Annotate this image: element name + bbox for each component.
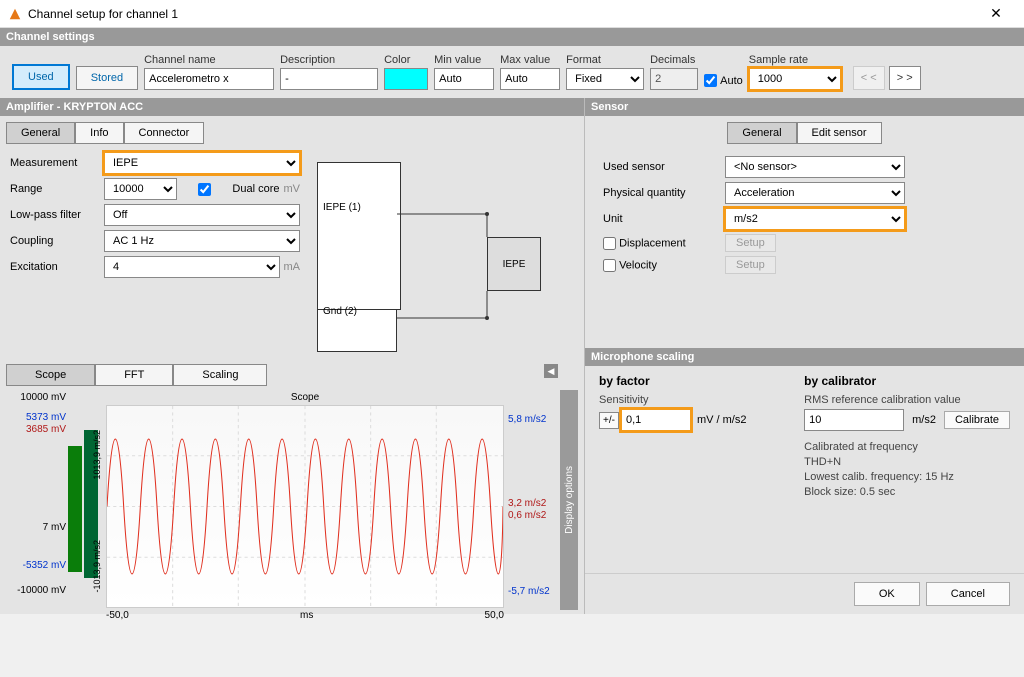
display-options-sidebar[interactable]: Display options — [560, 390, 578, 610]
decimals-input — [650, 68, 698, 90]
calib-info-1: Calibrated at frequency — [804, 441, 1010, 453]
scope-tab-scaling[interactable]: Scaling — [173, 364, 267, 386]
displacement-checkbox[interactable] — [603, 237, 616, 250]
amplifier-title: Amplifier - KRYPTON ACC — [0, 98, 584, 116]
color-label: Color — [384, 54, 428, 66]
calib-info-2: THD+N — [804, 456, 1010, 468]
channel-settings-header: Channel settings — [0, 28, 1024, 46]
scope-title: Scope — [106, 390, 504, 405]
scope-y-axis-left: 10000 mV 5373 mV 3685 mV 7 mV -5352 mV -… — [6, 390, 106, 610]
format-label: Format — [566, 54, 644, 66]
color-swatch[interactable] — [384, 68, 428, 90]
scope-x-min: -50,0 — [106, 610, 129, 621]
velocity-setup-button: Setup — [725, 256, 776, 274]
dual-core-checkbox[interactable] — [181, 183, 228, 196]
used-sensor-label: Used sensor — [603, 161, 719, 173]
auto-label: Auto — [720, 75, 743, 87]
tab-info[interactable]: Info — [75, 122, 123, 144]
scope-x-label: ms — [300, 610, 313, 621]
range-label: Range — [10, 183, 100, 195]
auto-checkbox[interactable] — [704, 74, 717, 87]
range-select[interactable]: 10000 — [104, 178, 177, 200]
scope-tab-fft[interactable]: FFT — [95, 364, 173, 386]
titlebar: Channel setup for channel 1 ✕ — [0, 0, 1024, 28]
window-title: Channel setup for channel 1 — [28, 7, 976, 21]
connection-diagram: IEPE IEPE (1) Gnd (2) — [300, 152, 574, 352]
ma-label: mA — [284, 261, 301, 273]
velocity-checkbox[interactable] — [603, 259, 616, 272]
rms-label: RMS reference calibration value — [804, 394, 1010, 406]
prev-channel-button[interactable]: < < — [853, 66, 885, 90]
close-button[interactable]: ✕ — [976, 0, 1016, 28]
scope-plot[interactable] — [106, 405, 504, 608]
by-factor-heading: by factor — [599, 374, 784, 388]
lowpass-select[interactable]: Off — [104, 204, 300, 226]
scope-y-axis-right: 5,8 m/s2 3,2 m/s2 0,6 m/s2 -5,7 m/s2 — [504, 390, 560, 610]
calibrate-button[interactable]: Calibrate — [944, 411, 1010, 429]
sensor-tab-general[interactable]: General — [727, 122, 796, 144]
min-value-input[interactable] — [434, 68, 494, 90]
coupling-select[interactable]: AC 1 Hz — [104, 230, 300, 252]
mv-label: mV — [284, 183, 301, 195]
app-icon — [8, 7, 22, 21]
tab-connector[interactable]: Connector — [124, 122, 205, 144]
scope-x-max: 50,0 — [485, 610, 504, 621]
used-sensor-select[interactable]: <No sensor> — [725, 156, 905, 178]
collapse-display-options[interactable]: ◀ — [544, 364, 558, 378]
physical-quantity-select[interactable]: Acceleration — [725, 182, 905, 204]
excitation-select[interactable]: 4 — [104, 256, 280, 278]
stored-button[interactable]: Stored — [76, 66, 138, 90]
channel-name-label: Channel name — [144, 54, 274, 66]
sample-rate-label: Sample rate — [749, 54, 841, 66]
tab-general[interactable]: General — [6, 122, 75, 144]
coupling-label: Coupling — [10, 235, 100, 247]
format-select[interactable]: Fixed — [566, 68, 644, 90]
min-value-label: Min value — [434, 54, 494, 66]
by-calibrator-heading: by calibrator — [804, 374, 1010, 388]
lowpass-label: Low-pass filter — [10, 209, 100, 221]
description-label: Description — [280, 54, 378, 66]
rms-unit: m/s2 — [912, 414, 936, 426]
unit-select[interactable]: m/s2 — [725, 208, 905, 230]
excitation-label: Excitation — [10, 261, 100, 273]
max-value-label: Max value — [500, 54, 560, 66]
used-button[interactable]: Used — [12, 64, 70, 90]
displacement-setup-button: Setup — [725, 234, 776, 252]
ok-button[interactable]: OK — [854, 582, 920, 606]
channel-settings-panel: Used Stored Channel name Description Col… — [0, 46, 1024, 98]
sensitivity-unit: mV / m/s2 — [697, 414, 747, 426]
sensor-header: Sensor — [585, 98, 1024, 116]
dual-core-label: Dual core — [232, 183, 279, 195]
sensor-tab-edit[interactable]: Edit sensor — [797, 122, 882, 144]
measurement-select[interactable]: IEPE — [104, 152, 300, 174]
scope-tab-scope[interactable]: Scope — [6, 364, 95, 386]
sample-rate-select[interactable]: 1000 — [749, 68, 841, 90]
description-input[interactable] — [280, 68, 378, 90]
unit-label: Unit — [603, 213, 719, 225]
measurement-label: Measurement — [10, 157, 100, 169]
calib-info-4: Block size: 0.5 sec — [804, 486, 1010, 498]
rms-input[interactable] — [804, 409, 904, 431]
physical-quantity-label: Physical quantity — [603, 187, 719, 199]
sensitivity-label: Sensitivity — [599, 394, 784, 406]
sensitivity-sign-toggle[interactable]: +/- — [599, 412, 619, 429]
max-value-input[interactable] — [500, 68, 560, 90]
calib-info-3: Lowest calib. frequency: 15 Hz — [804, 471, 1010, 483]
channel-name-input[interactable] — [144, 68, 274, 90]
next-channel-button[interactable]: > > — [889, 66, 921, 90]
decimals-label: Decimals — [650, 54, 698, 66]
sensitivity-input[interactable] — [621, 409, 691, 431]
cancel-button[interactable]: Cancel — [926, 582, 1010, 606]
microphone-header: Microphone scaling — [585, 348, 1024, 366]
